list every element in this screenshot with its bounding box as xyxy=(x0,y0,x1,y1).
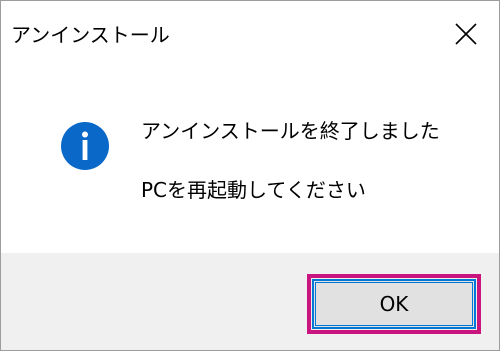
message-line-2: PCを再起動してください xyxy=(141,178,366,202)
title-bar[interactable]: アンインストール xyxy=(1,1,499,67)
dialog-content: アンインストールを終了しました PCを再起動してください xyxy=(1,67,499,253)
close-icon xyxy=(455,23,477,45)
info-icon xyxy=(61,122,109,170)
close-button[interactable] xyxy=(433,1,499,67)
ok-button[interactable]: OK xyxy=(312,279,476,329)
dialog-title: アンインストール xyxy=(11,23,170,47)
message-line-1: アンインストールを終了しました xyxy=(141,119,440,143)
